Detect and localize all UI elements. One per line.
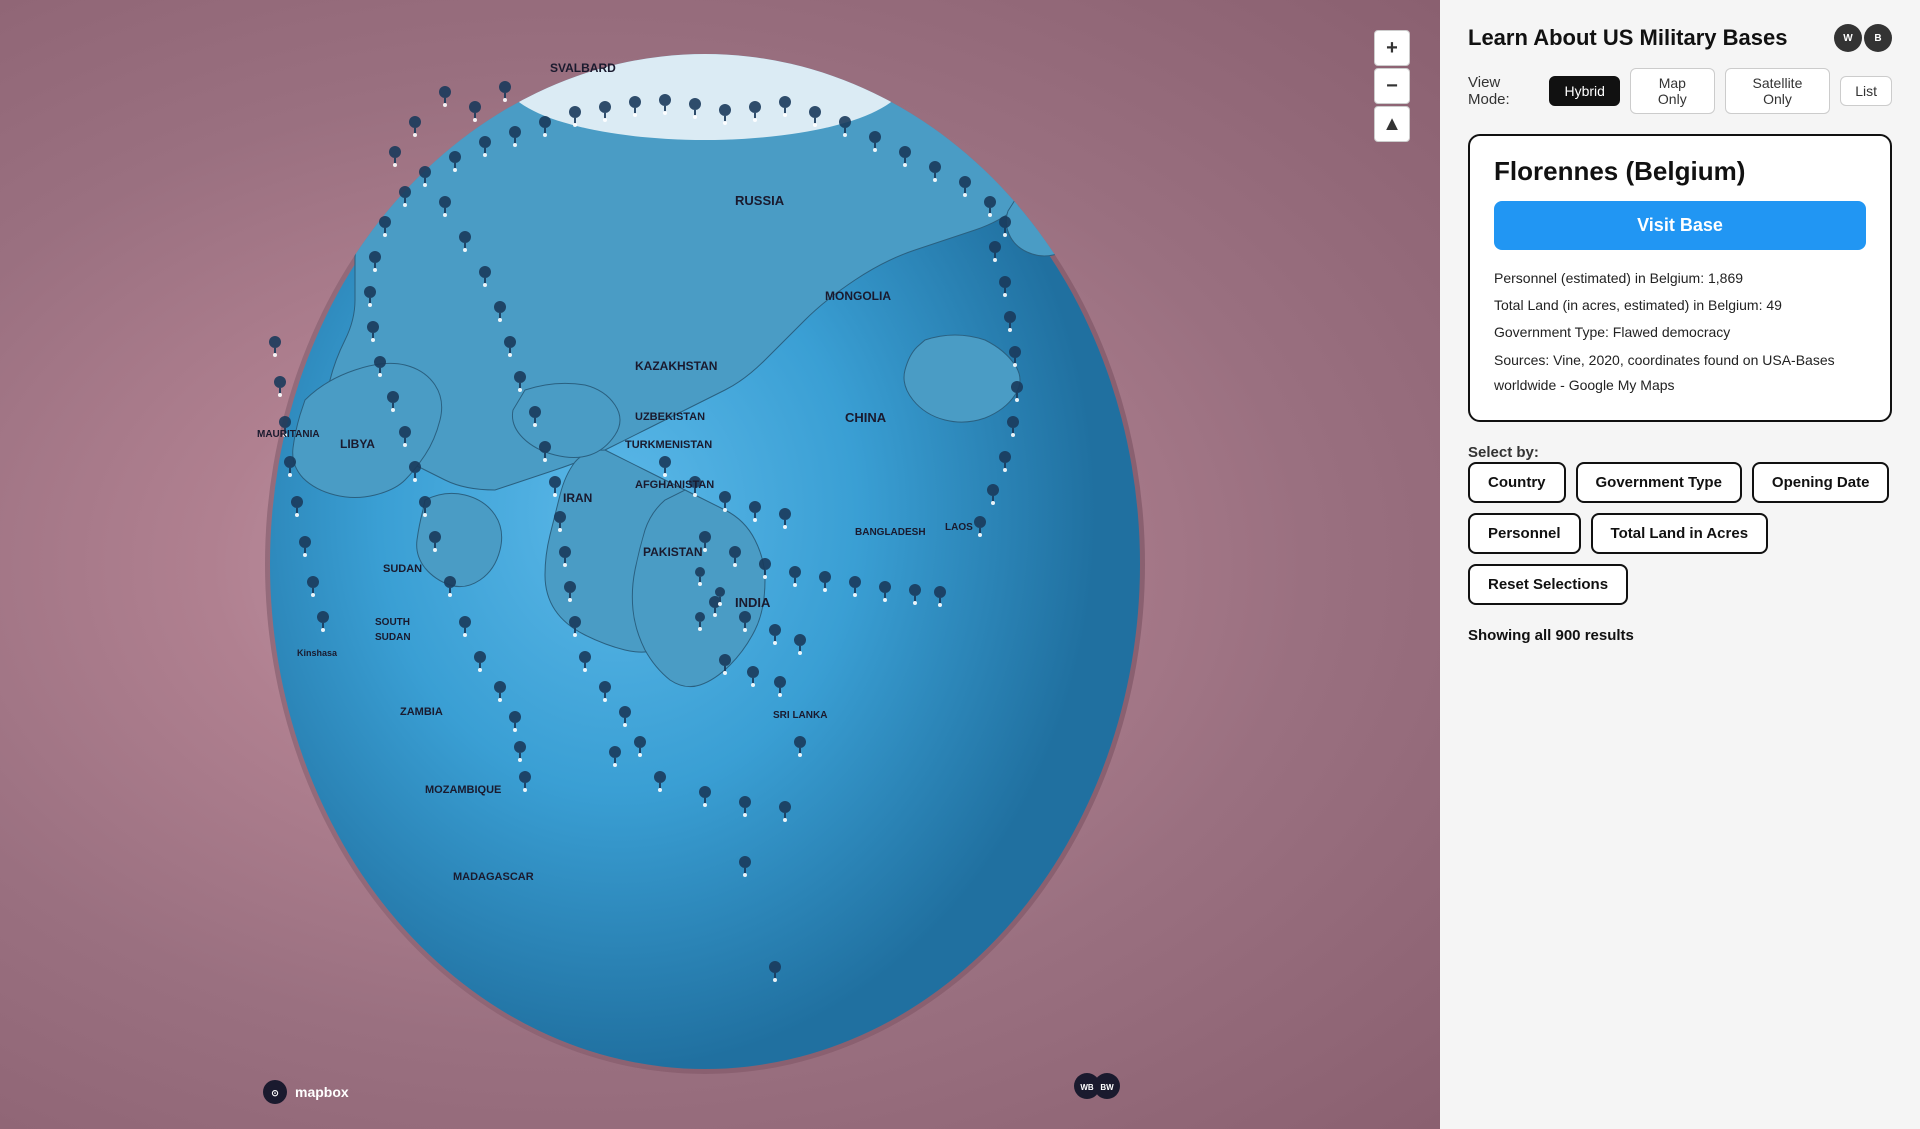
svg-text:BW: BW <box>1100 1083 1114 1092</box>
wbw-logo: W B <box>1834 24 1892 52</box>
base-land: Total Land (in acres, estimated) in Belg… <box>1494 293 1866 318</box>
page-title: Learn About US Military Bases <box>1468 25 1787 51</box>
select-by-section: Select by: Country Government Type Openi… <box>1468 444 1892 605</box>
view-mode-hybrid[interactable]: Hybrid <box>1549 76 1619 106</box>
label-southsudan: SOUTH <box>375 617 410 628</box>
view-mode-satellite-only[interactable]: Satellite Only <box>1725 68 1830 114</box>
select-by-label: Select by: <box>1468 444 1539 461</box>
map-controls: + − ▲ <box>1374 30 1410 142</box>
sidebar: Learn About US Military Bases W B View M… <box>1440 0 1920 1129</box>
label-srilanka: SRI LANKA <box>773 710 827 721</box>
label-laos: LAOS <box>945 522 973 533</box>
view-mode-selector: View Mode: Hybrid Map Only Satellite Onl… <box>1468 68 1892 114</box>
label-russia: RUSSIA <box>735 193 785 208</box>
map-container[interactable]: SVALBARD RUSSIA MONGOLIA KAZAKHSTAN UZBE… <box>0 0 1440 1129</box>
label-afghanistan: AFGHANISTAN <box>635 479 714 491</box>
wbw-icon-1: W <box>1834 24 1862 52</box>
wbw-icon-2: B <box>1864 24 1892 52</box>
label-kazakhstan: KAZAKHSTAN <box>635 359 717 373</box>
label-zambia: ZAMBIA <box>400 706 443 718</box>
filter-country[interactable]: Country <box>1468 462 1566 503</box>
label-kinshasa: Kinshasa <box>297 648 338 658</box>
base-details: Personnel (estimated) in Belgium: 1,869 … <box>1494 266 1866 398</box>
zoom-out-button[interactable]: − <box>1374 68 1410 104</box>
filter-personnel[interactable]: Personnel <box>1468 513 1581 554</box>
base-name: Florennes (Belgium) <box>1494 156 1866 187</box>
filter-buttons: Country Government Type Opening Date Per… <box>1468 462 1892 605</box>
base-personnel: Personnel (estimated) in Belgium: 1,869 <box>1494 266 1866 291</box>
view-mode-map-only[interactable]: Map Only <box>1630 68 1715 114</box>
visit-base-button[interactable]: Visit Base <box>1494 201 1866 250</box>
label-china: CHINA <box>845 410 887 425</box>
map-wbw-logo: WB BW <box>1074 1073 1120 1099</box>
label-mongolia: MONGOLIA <box>825 289 891 303</box>
label-bangladesh: BANGLADESH <box>855 527 926 538</box>
sidebar-header: Learn About US Military Bases W B <box>1468 24 1892 52</box>
label-southsudan2: SUDAN <box>375 632 411 643</box>
zoom-in-button[interactable]: + <box>1374 30 1410 66</box>
filter-government-type[interactable]: Government Type <box>1576 462 1742 503</box>
filter-total-land[interactable]: Total Land in Acres <box>1591 513 1769 554</box>
label-sudan: SUDAN <box>383 563 422 575</box>
results-count: Showing all 900 results <box>1468 627 1892 644</box>
label-pakistan: PAKISTAN <box>643 545 703 559</box>
label-turkmenistan: TURKMENISTAN <box>625 439 712 451</box>
compass-button[interactable]: ▲ <box>1374 106 1410 142</box>
base-government: Government Type: Flawed democracy <box>1494 320 1866 345</box>
svg-text:mapbox: mapbox <box>295 1084 349 1100</box>
label-svalbard: SVALBARD <box>550 61 616 75</box>
label-uzbekistan: UZBEKISTAN <box>635 411 705 423</box>
label-iran: IRAN <box>563 491 592 505</box>
view-mode-list[interactable]: List <box>1840 76 1892 106</box>
label-india: INDIA <box>735 595 771 610</box>
label-mozambique: MOZAMBIQUE <box>425 784 501 796</box>
base-info-card: Florennes (Belgium) Visit Base Personnel… <box>1468 134 1892 422</box>
label-libya: LIBYA <box>340 437 375 451</box>
base-sources: Sources: Vine, 2020, coordinates found o… <box>1494 348 1866 398</box>
label-madagascar: MADAGASCAR <box>453 871 534 883</box>
filter-opening-date[interactable]: Opening Date <box>1752 462 1890 503</box>
view-mode-label: View Mode: <box>1468 74 1539 108</box>
filter-reset[interactable]: Reset Selections <box>1468 564 1628 605</box>
label-mauritania: MAURITANIA <box>257 429 320 440</box>
mapbox-logo: ⊙ mapbox <box>263 1080 349 1104</box>
svg-text:⊙: ⊙ <box>271 1088 279 1098</box>
svg-text:WB: WB <box>1080 1083 1094 1092</box>
